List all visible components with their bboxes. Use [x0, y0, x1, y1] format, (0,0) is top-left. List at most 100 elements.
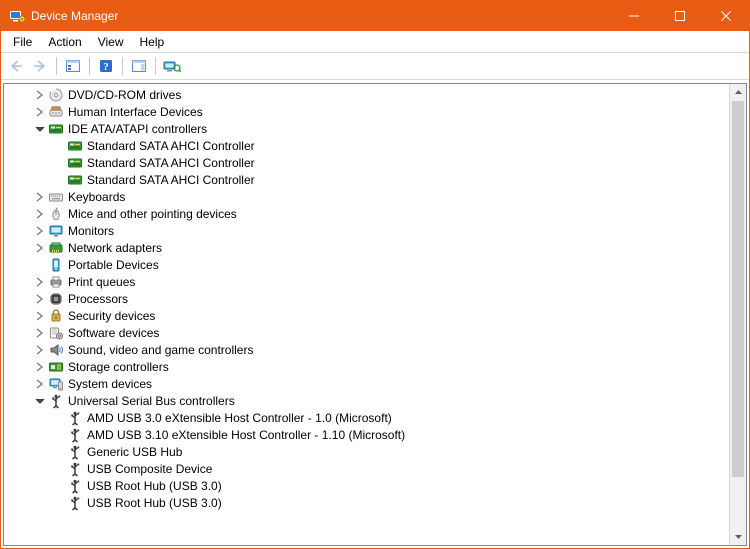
app-icon [9, 8, 25, 24]
tree-node-label: USB Composite Device [87, 462, 212, 476]
tree-node-label: USB Root Hub (USB 3.0) [87, 496, 222, 510]
show-hide-tree-button[interactable] [62, 55, 84, 77]
content-area: DVD/CD-ROM drivesHuman Interface Devices… [1, 80, 749, 548]
tree-node[interactable]: Print queues [6, 273, 729, 290]
toolbar-separator [56, 57, 57, 75]
chevron-right-icon[interactable] [33, 326, 47, 340]
tree-node-label: Storage controllers [68, 360, 169, 374]
tree-node-label: Universal Serial Bus controllers [68, 394, 235, 408]
tree-node[interactable]: Generic USB Hub [6, 443, 729, 460]
tree-node[interactable]: Standard SATA AHCI Controller [6, 154, 729, 171]
help-button[interactable]: ? [95, 55, 117, 77]
scan-hardware-button[interactable] [161, 55, 183, 77]
tree-node[interactable]: Human Interface Devices [6, 103, 729, 120]
tree-node[interactable]: IDE ATA/ATAPI controllers [6, 120, 729, 137]
ide-icon [67, 172, 83, 188]
chevron-down-icon[interactable] [33, 122, 47, 136]
tree-node[interactable]: DVD/CD-ROM drives [6, 86, 729, 103]
tree-node[interactable]: Security devices [6, 307, 729, 324]
menu-help[interactable]: Help [132, 33, 173, 51]
menu-file[interactable]: File [5, 33, 40, 51]
menu-action[interactable]: Action [40, 33, 89, 51]
chevron-right-icon[interactable] [33, 88, 47, 102]
chevron-right-icon[interactable] [33, 241, 47, 255]
tree-node[interactable]: USB Root Hub (USB 3.0) [6, 477, 729, 494]
tree-node-label: Mice and other pointing devices [68, 207, 237, 221]
chevron-right-icon[interactable] [33, 292, 47, 306]
ide-icon [67, 155, 83, 171]
tree-node[interactable]: Storage controllers [6, 358, 729, 375]
tree-node[interactable]: Software devices [6, 324, 729, 341]
chevron-right-icon[interactable] [33, 224, 47, 238]
scrollbar-thumb[interactable] [732, 101, 744, 477]
chevron-right-icon[interactable] [33, 275, 47, 289]
network-icon [48, 240, 64, 256]
maximize-button[interactable] [657, 1, 703, 31]
usb-icon [67, 427, 83, 443]
usb-icon [67, 410, 83, 426]
window-title: Device Manager [31, 9, 118, 23]
audio-icon [48, 342, 64, 358]
storage-icon [48, 359, 64, 375]
tree-node[interactable]: Standard SATA AHCI Controller [6, 171, 729, 188]
tree-node[interactable]: AMD USB 3.10 eXtensible Host Controller … [6, 426, 729, 443]
tree-node-label: Generic USB Hub [87, 445, 182, 459]
disc-icon [48, 87, 64, 103]
tree-node-label: AMD USB 3.10 eXtensible Host Controller … [87, 428, 405, 442]
tree-node[interactable]: USB Root Hub (USB 3.0) [6, 494, 729, 511]
chevron-right-icon[interactable] [33, 360, 47, 374]
system-icon [48, 376, 64, 392]
back-button[interactable] [5, 55, 27, 77]
tree-node-label: Standard SATA AHCI Controller [87, 156, 255, 170]
scroll-down-button[interactable] [730, 528, 746, 545]
chevron-right-icon[interactable] [33, 207, 47, 221]
tree-node-label: Monitors [68, 224, 114, 238]
minimize-button[interactable] [611, 1, 657, 31]
tree-node[interactable]: Network adapters [6, 239, 729, 256]
device-tree-container: DVD/CD-ROM drivesHuman Interface Devices… [3, 83, 747, 546]
forward-button[interactable] [29, 55, 51, 77]
toolbar-separator [122, 57, 123, 75]
toolbar-separator [89, 57, 90, 75]
tree-node[interactable]: Monitors [6, 222, 729, 239]
close-button[interactable] [703, 1, 749, 31]
security-icon [48, 308, 64, 324]
chevron-right-icon[interactable] [33, 309, 47, 323]
chevron-right-icon[interactable] [33, 343, 47, 357]
software-icon [48, 325, 64, 341]
scroll-up-button[interactable] [730, 84, 746, 101]
device-manager-window: Device Manager File Action View Help [0, 0, 750, 549]
tree-node[interactable]: AMD USB 3.0 eXtensible Host Controller -… [6, 409, 729, 426]
svg-text:?: ? [103, 61, 109, 73]
monitor-icon [48, 223, 64, 239]
printer-icon [48, 274, 64, 290]
tree-node-label: USB Root Hub (USB 3.0) [87, 479, 222, 493]
titlebar: Device Manager [1, 1, 749, 31]
tree-node[interactable]: Processors [6, 290, 729, 307]
vertical-scrollbar[interactable] [729, 84, 746, 545]
tree-node[interactable]: Universal Serial Bus controllers [6, 392, 729, 409]
ide-icon [48, 121, 64, 137]
tree-node[interactable]: System devices [6, 375, 729, 392]
chevron-right-icon[interactable] [33, 377, 47, 391]
chevron-right-icon[interactable] [33, 105, 47, 119]
scrollbar-track[interactable] [730, 101, 746, 528]
toolbar-separator [155, 57, 156, 75]
chevron-right-icon[interactable] [33, 190, 47, 204]
tree-node[interactable]: Portable Devices [6, 256, 729, 273]
portable-icon [48, 257, 64, 273]
tree-node[interactable]: Keyboards [6, 188, 729, 205]
tree-node-label: Standard SATA AHCI Controller [87, 173, 255, 187]
tree-node[interactable]: Standard SATA AHCI Controller [6, 137, 729, 154]
device-tree[interactable]: DVD/CD-ROM drivesHuman Interface Devices… [4, 84, 729, 545]
show-hide-action-button[interactable] [128, 55, 150, 77]
tree-node-label: Print queues [68, 275, 135, 289]
tree-node[interactable]: Sound, video and game controllers [6, 341, 729, 358]
tree-node[interactable]: Mice and other pointing devices [6, 205, 729, 222]
menu-view[interactable]: View [90, 33, 132, 51]
tree-node-label: DVD/CD-ROM drives [68, 88, 181, 102]
tree-node-label: Keyboards [68, 190, 125, 204]
tree-node[interactable]: USB Composite Device [6, 460, 729, 477]
ide-icon [67, 138, 83, 154]
chevron-down-icon[interactable] [33, 394, 47, 408]
